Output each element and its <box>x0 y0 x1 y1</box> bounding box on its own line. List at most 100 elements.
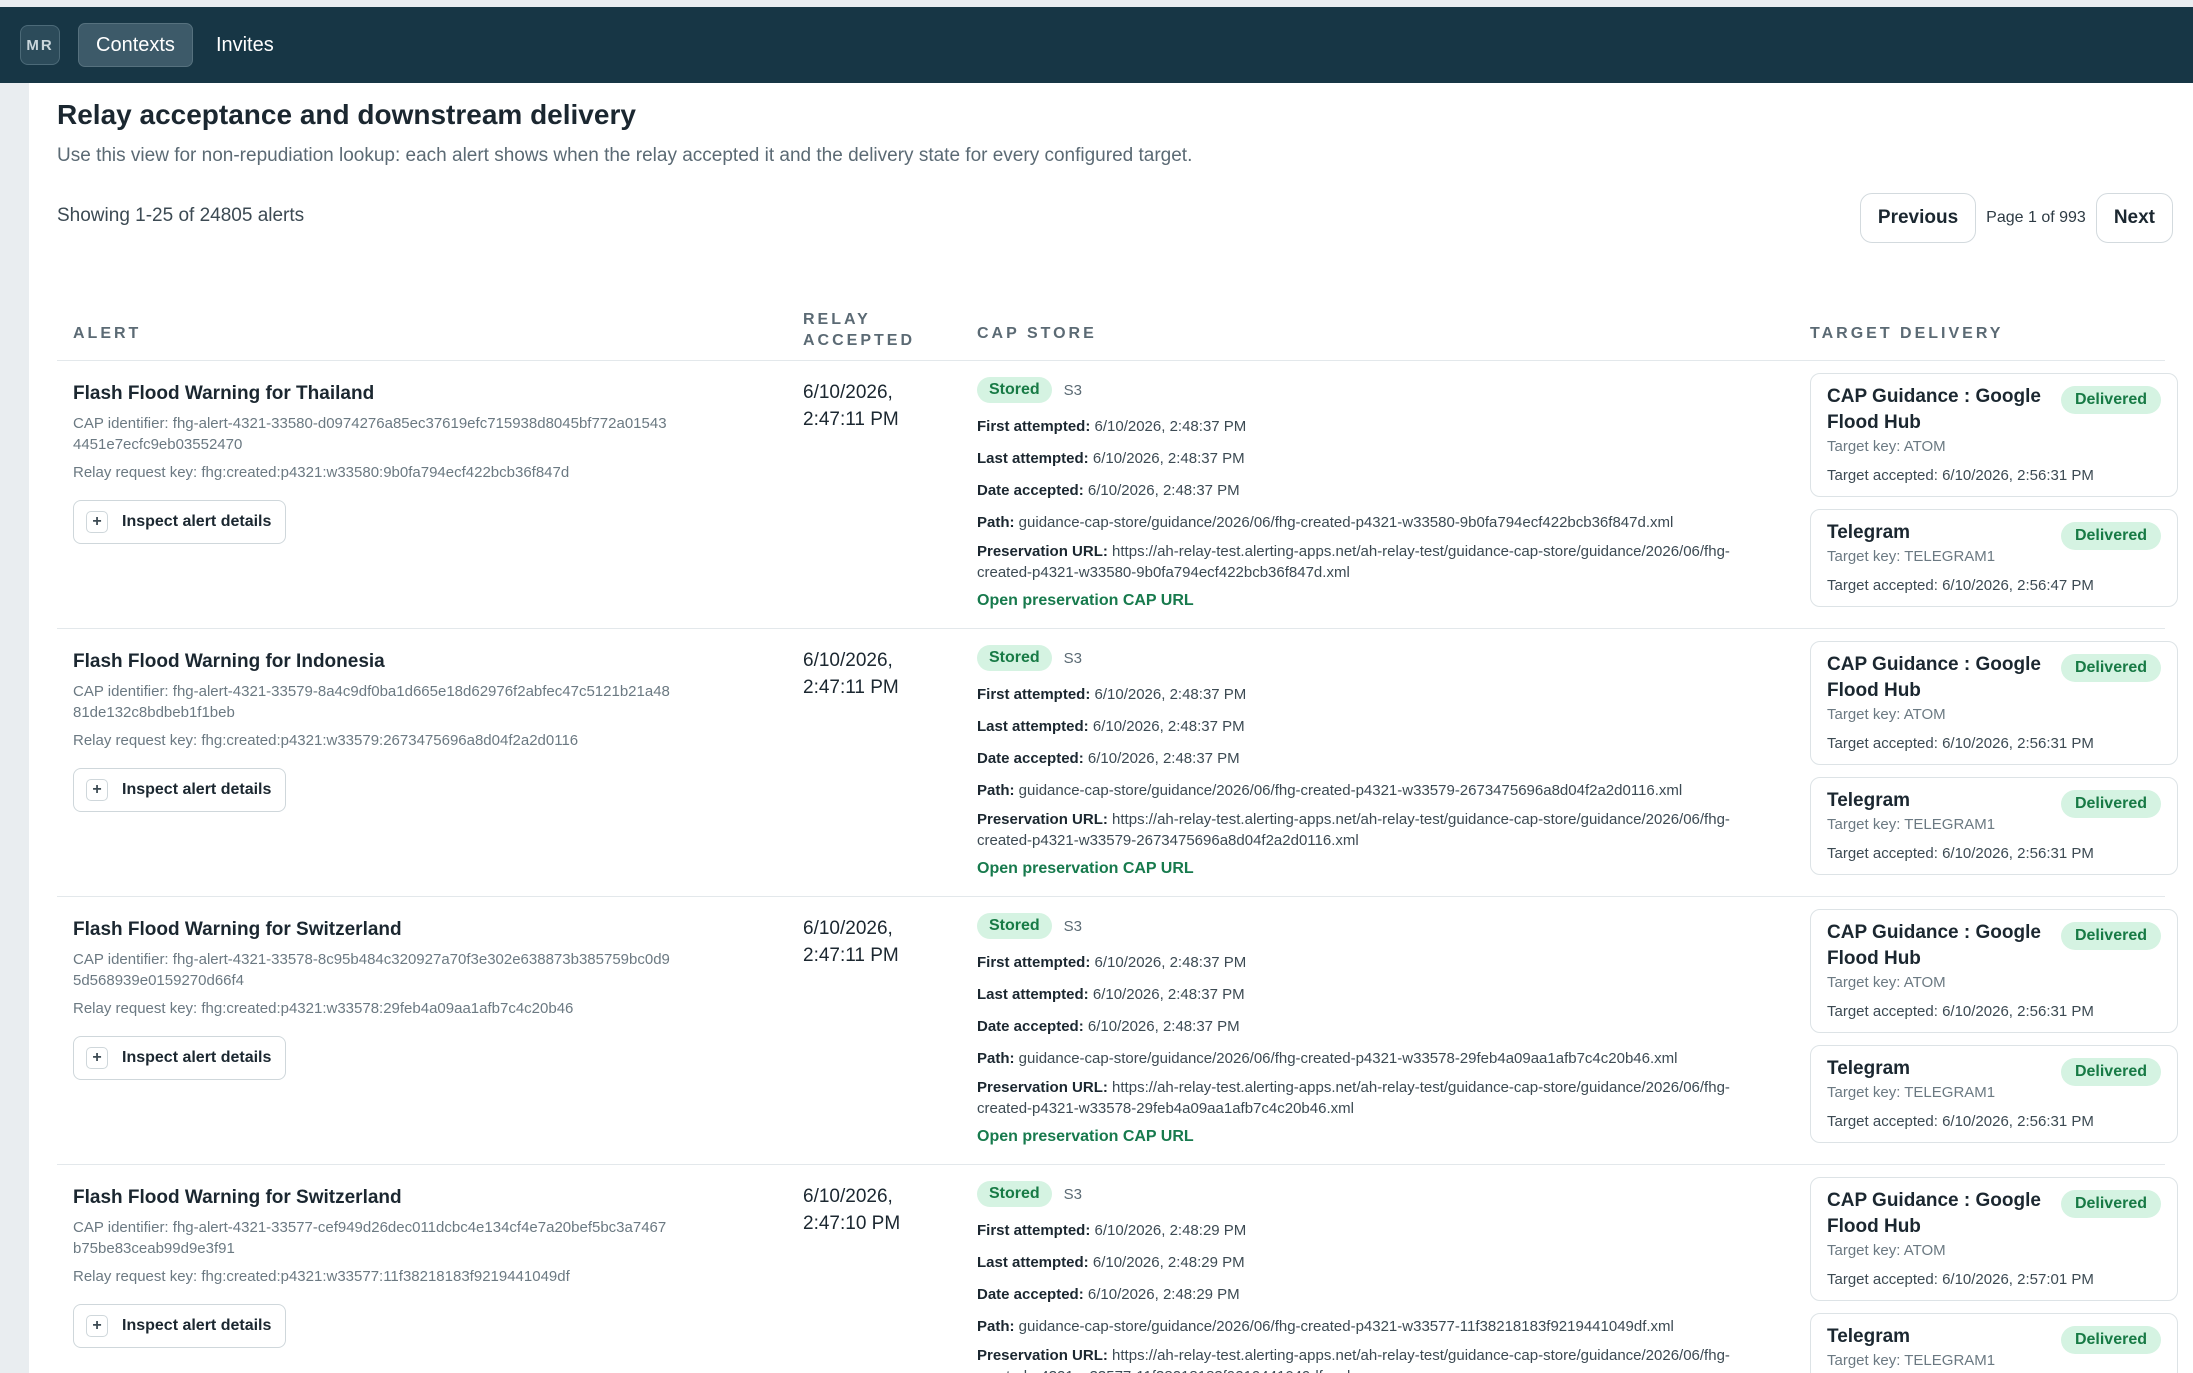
target-accepted: Target accepted: 6/10/2026, 2:56:47 PM <box>1827 577 2094 594</box>
top-nav-bar: MR Contexts Invites <box>0 7 2193 83</box>
relay-accepted-clock: 2:47:11 PM <box>803 677 899 698</box>
table-row: Flash Flood Warning for Thailand CAP ide… <box>57 361 2178 629</box>
inspect-alert-details-button[interactable]: + Inspect alert details <box>73 500 287 544</box>
target-name: Telegram <box>1827 1326 1911 1347</box>
inspect-alert-details-button[interactable]: + Inspect alert details <box>73 1304 287 1348</box>
cap-identifier: CAP identifier: fhg-alert-4321-33579-8a4… <box>73 683 670 721</box>
cap-store-cell: Stored S3 First attempted: 6/10/2026, 2:… <box>977 643 1777 878</box>
cap-identifier: CAP identifier: fhg-alert-4321-33577-cef… <box>73 1219 667 1257</box>
target-card: Telegram Delivered Target key: TELEGRAM1… <box>1810 1045 2178 1143</box>
relay-accepted-date: 6/10/2026, <box>803 650 893 671</box>
delivered-badge: Delivered <box>2060 654 2161 682</box>
relay-accepted-date: 6/10/2026, <box>803 382 893 403</box>
plus-icon: + <box>86 1047 108 1069</box>
column-header-relay-line1: RELAY <box>803 311 871 328</box>
open-preservation-cap-url-link[interactable]: Open preservation CAP URL <box>977 860 1777 878</box>
relay-accepted-time: 6/10/2026, 2:47:11 PM <box>803 379 943 433</box>
store-type: S3 <box>1063 917 1083 935</box>
delivered-badge: Delivered <box>2060 790 2161 818</box>
alert-title: Flash Flood Warning for Switzerland <box>73 919 402 940</box>
store-path: Path: guidance-cap-store/guidance/2026/0… <box>977 782 1683 799</box>
first-attempted: First attempted: 6/10/2026, 2:48:37 PM <box>977 418 1247 435</box>
target-key: Target key: TELEGRAM1 <box>1827 1084 1996 1101</box>
preservation-url: Preservation URL: https://ah-relay-test.… <box>977 1079 1730 1117</box>
preservation-url: Preservation URL: https://ah-relay-test.… <box>977 811 1730 849</box>
tab-contexts[interactable]: Contexts <box>78 23 193 67</box>
cap-identifier: CAP identifier: fhg-alert-4321-33580-d09… <box>73 415 667 453</box>
column-header-target-delivery: TARGET DELIVERY <box>1810 325 2004 342</box>
target-delivery-cell: CAP Guidance : Google Flood Hub Delivere… <box>1810 373 2178 619</box>
delivered-badge: Delivered <box>2060 1326 2161 1354</box>
page-description: Use this view for non-repudiation lookup… <box>57 145 1193 166</box>
target-card: Telegram Delivered Target key: TELEGRAM1 <box>1810 1313 2178 1373</box>
cap-store-cell: Stored S3 First attempted: 6/10/2026, 2:… <box>977 911 1777 1146</box>
target-key: Target key: ATOM <box>1827 706 1946 723</box>
stored-badge: Stored <box>977 913 1052 939</box>
first-attempted: First attempted: 6/10/2026, 2:48:29 PM <box>977 1222 1247 1239</box>
alert-title: Flash Flood Warning for Indonesia <box>73 651 385 672</box>
inspect-alert-details-button[interactable]: + Inspect alert details <box>73 1036 287 1080</box>
inspect-label: Inspect alert details <box>122 781 272 798</box>
cap-store-cell: Stored S3 First attempted: 6/10/2026, 2:… <box>977 1179 1777 1373</box>
relay-accepted-time: 6/10/2026, 2:47:11 PM <box>803 915 943 969</box>
target-key: Target key: ATOM <box>1827 1242 1946 1259</box>
preservation-url: Preservation URL: https://ah-relay-test.… <box>977 543 1730 581</box>
pagination: Previous Page 1 of 993 Next <box>1859 193 2173 243</box>
date-accepted: Date accepted: 6/10/2026, 2:48:37 PM <box>977 482 1240 499</box>
target-accepted: Target accepted: 6/10/2026, 2:56:31 PM <box>1827 735 2094 752</box>
target-accepted: Target accepted: 6/10/2026, 2:57:01 PM <box>1827 1271 2094 1288</box>
plus-icon: + <box>86 1315 108 1337</box>
column-header-cap-store: CAP STORE <box>977 325 1097 342</box>
stored-badge: Stored <box>977 377 1052 403</box>
target-key: Target key: ATOM <box>1827 974 1946 991</box>
target-delivery-cell: CAP Guidance : Google Flood Hub Delivere… <box>1810 641 2178 887</box>
relay-request-key: Relay request key: fhg:created:p4321:w33… <box>73 1268 570 1285</box>
column-header-relay-line2: ACCEPTED <box>803 332 916 349</box>
target-card: Telegram Delivered Target key: TELEGRAM1… <box>1810 777 2178 875</box>
delivered-badge: Delivered <box>2060 522 2161 550</box>
target-delivery-cell: CAP Guidance : Google Flood Hub Delivere… <box>1810 909 2178 1155</box>
last-attempted: Last attempted: 6/10/2026, 2:48:37 PM <box>977 718 1245 735</box>
open-preservation-cap-url-link[interactable]: Open preservation CAP URL <box>977 1128 1777 1146</box>
store-path: Path: guidance-cap-store/guidance/2026/0… <box>977 1050 1678 1067</box>
last-attempted: Last attempted: 6/10/2026, 2:48:29 PM <box>977 1254 1245 1271</box>
column-header-alert: ALERT <box>73 325 142 342</box>
target-key: Target key: ATOM <box>1827 438 1946 455</box>
target-card: CAP Guidance : Google Flood Hub Delivere… <box>1810 641 2178 765</box>
date-accepted: Date accepted: 6/10/2026, 2:48:29 PM <box>977 1286 1240 1303</box>
target-card: CAP Guidance : Google Flood Hub Delivere… <box>1810 1177 2178 1301</box>
target-key: Target key: TELEGRAM1 <box>1827 816 1996 833</box>
column-header-relay-accepted: RELAY ACCEPTED <box>803 309 915 351</box>
stored-badge: Stored <box>977 1181 1052 1207</box>
relay-accepted-time: 6/10/2026, 2:47:11 PM <box>803 647 943 701</box>
tab-invites[interactable]: Invites <box>199 23 291 67</box>
next-page-button[interactable]: Next <box>2095 193 2173 243</box>
first-attempted: First attempted: 6/10/2026, 2:48:37 PM <box>977 954 1247 971</box>
plus-icon: + <box>86 779 108 801</box>
relay-accepted-clock: 2:47:11 PM <box>803 409 899 430</box>
first-attempted: First attempted: 6/10/2026, 2:48:37 PM <box>977 686 1247 703</box>
side-gutter <box>0 83 29 1373</box>
target-name: CAP Guidance : Google Flood Hub <box>1827 654 2041 701</box>
target-accepted: Target accepted: 6/10/2026, 2:56:31 PM <box>1827 1113 2094 1130</box>
relay-request-key: Relay request key: fhg:created:p4321:w33… <box>73 1000 574 1017</box>
open-preservation-cap-url-link[interactable]: Open preservation CAP URL <box>977 592 1777 610</box>
relay-request-key: Relay request key: fhg:created:p4321:w33… <box>73 464 570 481</box>
target-accepted: Target accepted: 6/10/2026, 2:56:31 PM <box>1827 845 2094 862</box>
target-name: Telegram <box>1827 1058 1911 1079</box>
store-type: S3 <box>1063 381 1083 399</box>
inspect-alert-details-button[interactable]: + Inspect alert details <box>73 768 287 812</box>
last-attempted: Last attempted: 6/10/2026, 2:48:37 PM <box>977 450 1245 467</box>
avatar[interactable]: MR <box>20 25 60 65</box>
inspect-label: Inspect alert details <box>122 513 272 530</box>
target-accepted: Target accepted: 6/10/2026, 2:56:31 PM <box>1827 1003 2094 1020</box>
alert-title: Flash Flood Warning for Switzerland <box>73 1187 402 1208</box>
previous-page-button[interactable]: Previous <box>1859 193 1977 243</box>
target-name: Telegram <box>1827 790 1911 811</box>
store-path: Path: guidance-cap-store/guidance/2026/0… <box>977 1318 1674 1335</box>
date-accepted: Date accepted: 6/10/2026, 2:48:37 PM <box>977 750 1240 767</box>
results-count: Showing 1-25 of 24805 alerts <box>57 205 305 226</box>
main-content: Relay acceptance and downstream delivery… <box>29 83 2193 1373</box>
plus-icon: + <box>86 511 108 533</box>
page-indicator: Page 1 of 993 <box>1986 209 2086 226</box>
